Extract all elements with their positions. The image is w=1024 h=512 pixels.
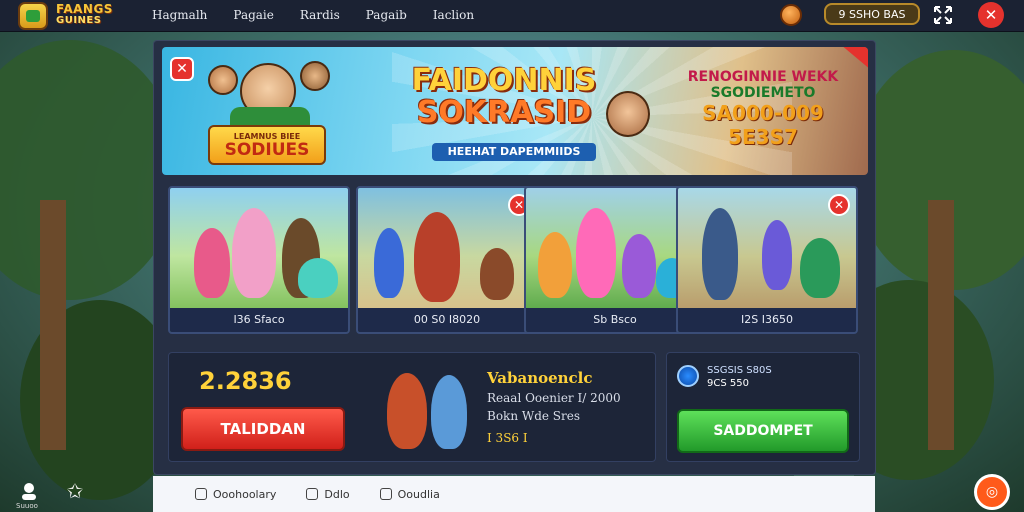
info-line: I 3S6 I — [487, 431, 528, 445]
footer-item[interactable]: Ooudlia — [379, 487, 440, 501]
footer-item[interactable]: Ddlo — [306, 487, 350, 501]
nav-item[interactable]: Hagmalh — [152, 8, 207, 22]
logo-icon[interactable] — [18, 2, 48, 30]
info-line: Bokn Wde Sres — [487, 409, 581, 423]
logo-line-2: GUINES — [56, 15, 102, 26]
footer-label: Ddlo — [324, 487, 350, 501]
nav-item[interactable]: Rardis — [300, 8, 340, 22]
action-panel: SSGSIS S80S 9CS 550 SADDOMPET — [666, 352, 860, 462]
info-title: Vabanoenclc — [487, 369, 593, 387]
main-nav: Hagmalh Pagaie Rardis Pagaib Iaclion — [152, 8, 500, 22]
chat-icon — [195, 488, 207, 500]
hero-promo: RENOGINNIE WEKK SGODIEMETO SA000-009 5E3… — [678, 69, 848, 149]
hero-ribbon-main: SODIUES — [224, 139, 310, 160]
puzzle-icon — [306, 488, 319, 500]
game-card[interactable]: ✕ 00 S0 I8020 — [356, 186, 538, 334]
hero-ribbon: LEAMNUS BIEE SODIUES — [208, 125, 326, 165]
hero-title: FAIDONNIS SOKRASID — [394, 65, 614, 129]
send-icon — [379, 488, 392, 500]
nav-item[interactable]: Iaclion — [433, 8, 474, 22]
star-icon[interactable]: ✩ — [64, 480, 86, 502]
submit-button[interactable]: SADDOMPET — [677, 409, 849, 453]
stake-panel: 2.2836 TALIDDAN Vabanoenclc Reaal Ooenie… — [168, 352, 656, 462]
info-line: Reaal Ooenier I/ 2000 — [487, 391, 621, 405]
status-icon — [677, 365, 699, 387]
card-scene — [170, 188, 348, 312]
stake-amount: 2.2836 — [199, 367, 292, 395]
status-line-1: SSGSIS S80S — [707, 365, 772, 376]
user-label: Suuoo — [16, 502, 38, 510]
footer-label: Ooudlia — [397, 487, 440, 501]
promo-line-1: RENOGINNIE WEKK — [687, 69, 839, 85]
expand-icon[interactable] — [932, 4, 954, 26]
top-bar: FAANGS GUINES Hagmalh Pagaie Rardis Paga… — [0, 0, 1024, 32]
hero-title-line-1: FAIDONNIS — [411, 63, 597, 98]
close-icon[interactable]: ✕ — [978, 2, 1004, 28]
game-card[interactable]: I36 Sfaco — [168, 186, 350, 334]
hero-subtitle: HEEHAT DAPEMMIIDS — [432, 143, 596, 161]
game-cards: I36 Sfaco ✕ 00 S0 I8020 ✕ Sb Bsco — [168, 186, 862, 334]
close-icon[interactable]: ✕ — [828, 194, 850, 216]
logo-line-1: FAANGS — [56, 2, 113, 16]
promo-line-2: SGODIEMETO — [710, 85, 816, 101]
support-chat-icon[interactable]: ◎ — [974, 474, 1010, 510]
footer-item[interactable]: Ooohoolary — [195, 488, 276, 501]
balance-pill[interactable]: 9 SSHO BAS — [824, 3, 920, 25]
status-line-2: 9CS 550 — [707, 378, 749, 389]
promo-line-3: SA000-009 5E3S7 — [702, 101, 824, 149]
footer-label: Ooohoolary — [213, 487, 277, 501]
coin-icon[interactable] — [780, 4, 802, 26]
footer-bar: Ooohoolary Ddlo Ooudlia — [153, 476, 875, 512]
card-label: 00 S0 I8020 — [358, 308, 536, 332]
logo-text[interactable]: FAANGS GUINES — [56, 2, 113, 26]
play-button[interactable]: TALIDDAN — [181, 407, 345, 451]
card-label: I2S I3650 — [678, 308, 856, 332]
hero-banner[interactable]: ✕ LEAMNUS BIEE SODIUES FAIDONNIS SOKRASI… — [162, 47, 868, 175]
close-icon[interactable]: ✕ — [170, 57, 194, 81]
background-trunk — [928, 200, 954, 450]
hero-mascot — [606, 91, 650, 137]
game-lobby-panel: ✕ LEAMNUS BIEE SODIUES FAIDONNIS SOKRASI… — [153, 40, 876, 475]
nav-item[interactable]: Pagaie — [233, 8, 273, 22]
user-icon[interactable] — [18, 480, 40, 502]
balance-value: 9 SSHO BAS — [838, 7, 906, 21]
card-label: I36 Sfaco — [170, 308, 348, 332]
character-duo — [379, 365, 475, 451]
hero-title-line-2: SOKRASID — [416, 95, 592, 130]
nav-item[interactable]: Pagaib — [366, 8, 407, 22]
game-card[interactable]: ✕ I2S I3650 — [676, 186, 858, 334]
background-trunk — [40, 200, 66, 450]
